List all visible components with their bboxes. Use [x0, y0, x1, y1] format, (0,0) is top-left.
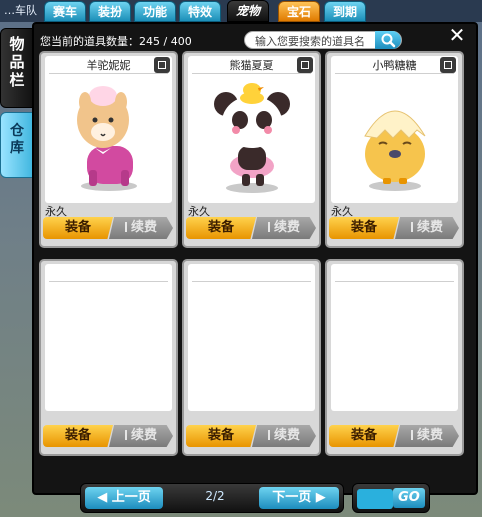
card-body: [45, 264, 172, 411]
renew-button[interactable]: 续费: [252, 425, 316, 447]
renew-button[interactable]: 续费: [395, 217, 459, 239]
duckling-pet-image: [364, 110, 426, 191]
search-box: [244, 31, 402, 49]
renew-label: 续费: [416, 220, 443, 235]
tab-cars[interactable]: 赛车: [44, 1, 86, 22]
delete-icon[interactable]: [297, 57, 313, 73]
tab-outfit[interactable]: 装扮: [89, 1, 131, 22]
search-icon: [381, 33, 396, 48]
item-count: 您当前的道具数量：245 / 400: [40, 35, 192, 48]
tab-expiring[interactable]: 到期: [324, 1, 366, 22]
item-duration: 永久: [188, 205, 210, 218]
item-card: 熊猫夏夏 永久 装备 续费: [182, 51, 321, 248]
tab-function[interactable]: 功能: [134, 1, 176, 22]
item-card: 羊驼妮妮 永久 装备 续费: [39, 51, 178, 248]
card-body: 小鸭糖糖: [331, 56, 458, 203]
delete-icon[interactable]: [154, 57, 170, 73]
renew-label: 续费: [130, 220, 157, 235]
equip-button[interactable]: 装备: [43, 217, 113, 239]
item-card-empty: 装备 续费: [182, 259, 321, 456]
item-duration: 永久: [45, 205, 67, 218]
search-button[interactable]: [375, 31, 401, 49]
renew-button[interactable]: 续费: [395, 425, 459, 447]
renew-label: 续费: [273, 220, 300, 235]
divider: [49, 281, 168, 282]
divider: [335, 281, 454, 282]
renew-bar-icon: [124, 430, 127, 440]
item-card-empty: 装备 续费: [325, 259, 464, 456]
tab-pets[interactable]: 宠物: [227, 0, 269, 22]
item-card-empty: 装备 续费: [39, 259, 178, 456]
side-tab-storage-label: 仓库: [10, 123, 24, 156]
pagination: ◀ 上一页 2/2 下一页 ▶: [80, 483, 344, 513]
renew-bar-icon: [124, 222, 127, 232]
card-body: 羊驼妮妮: [45, 56, 172, 203]
delete-icon[interactable]: [440, 57, 456, 73]
search-input[interactable]: [253, 33, 375, 49]
team-label: …车队: [4, 4, 37, 17]
card-body: [331, 264, 458, 411]
divider: [192, 281, 311, 282]
side-tab-items[interactable]: 物品栏: [0, 28, 34, 108]
item-card: 小鸭糖糖 永久 装备 续费: [325, 51, 464, 248]
panda-pet-image: [214, 83, 290, 193]
card-body: 熊猫夏夏: [188, 56, 315, 203]
item-name: 小鸭糖糖: [372, 59, 417, 72]
renew-label: 续费: [273, 428, 300, 443]
renew-button[interactable]: 续费: [109, 425, 173, 447]
side-tab-items-label: 物品栏: [9, 35, 25, 89]
side-tab-storage[interactable]: 仓库: [0, 112, 34, 178]
prev-page-button[interactable]: ◀ 上一页: [85, 487, 163, 509]
item-name: 羊驼妮妮: [86, 59, 131, 72]
page-indicator: 2/2: [205, 489, 225, 503]
close-icon[interactable]: ✕: [447, 25, 467, 45]
item-duration: 永久: [331, 205, 353, 218]
next-page-button[interactable]: 下一页 ▶: [259, 487, 339, 509]
equip-button[interactable]: 装备: [186, 217, 256, 239]
renew-bar-icon: [410, 222, 413, 232]
renew-bar-icon: [267, 222, 270, 232]
renew-button[interactable]: 续费: [252, 217, 316, 239]
equip-button[interactable]: 装备: [186, 425, 256, 447]
renew-label: 续费: [130, 428, 157, 443]
equip-button[interactable]: 装备: [329, 217, 399, 239]
go-button[interactable]: GO: [393, 488, 425, 508]
tab-effects[interactable]: 特效: [179, 1, 221, 22]
equip-button[interactable]: 装备: [43, 425, 113, 447]
page-number-input[interactable]: [357, 489, 393, 509]
goto-page: GO: [352, 483, 430, 513]
renew-bar-icon: [267, 430, 270, 440]
prev-page-label: 上一页: [111, 490, 151, 505]
card-body: [188, 264, 315, 411]
alpaca-pet-image: [77, 86, 137, 191]
renew-button[interactable]: 续费: [109, 217, 173, 239]
tab-gems[interactable]: 宝石: [278, 1, 320, 22]
item-name: 熊猫夏夏: [229, 59, 274, 72]
equip-button[interactable]: 装备: [329, 425, 399, 447]
renew-bar-icon: [410, 430, 413, 440]
renew-label: 续费: [416, 428, 443, 443]
next-page-label: 下一页: [272, 490, 312, 505]
